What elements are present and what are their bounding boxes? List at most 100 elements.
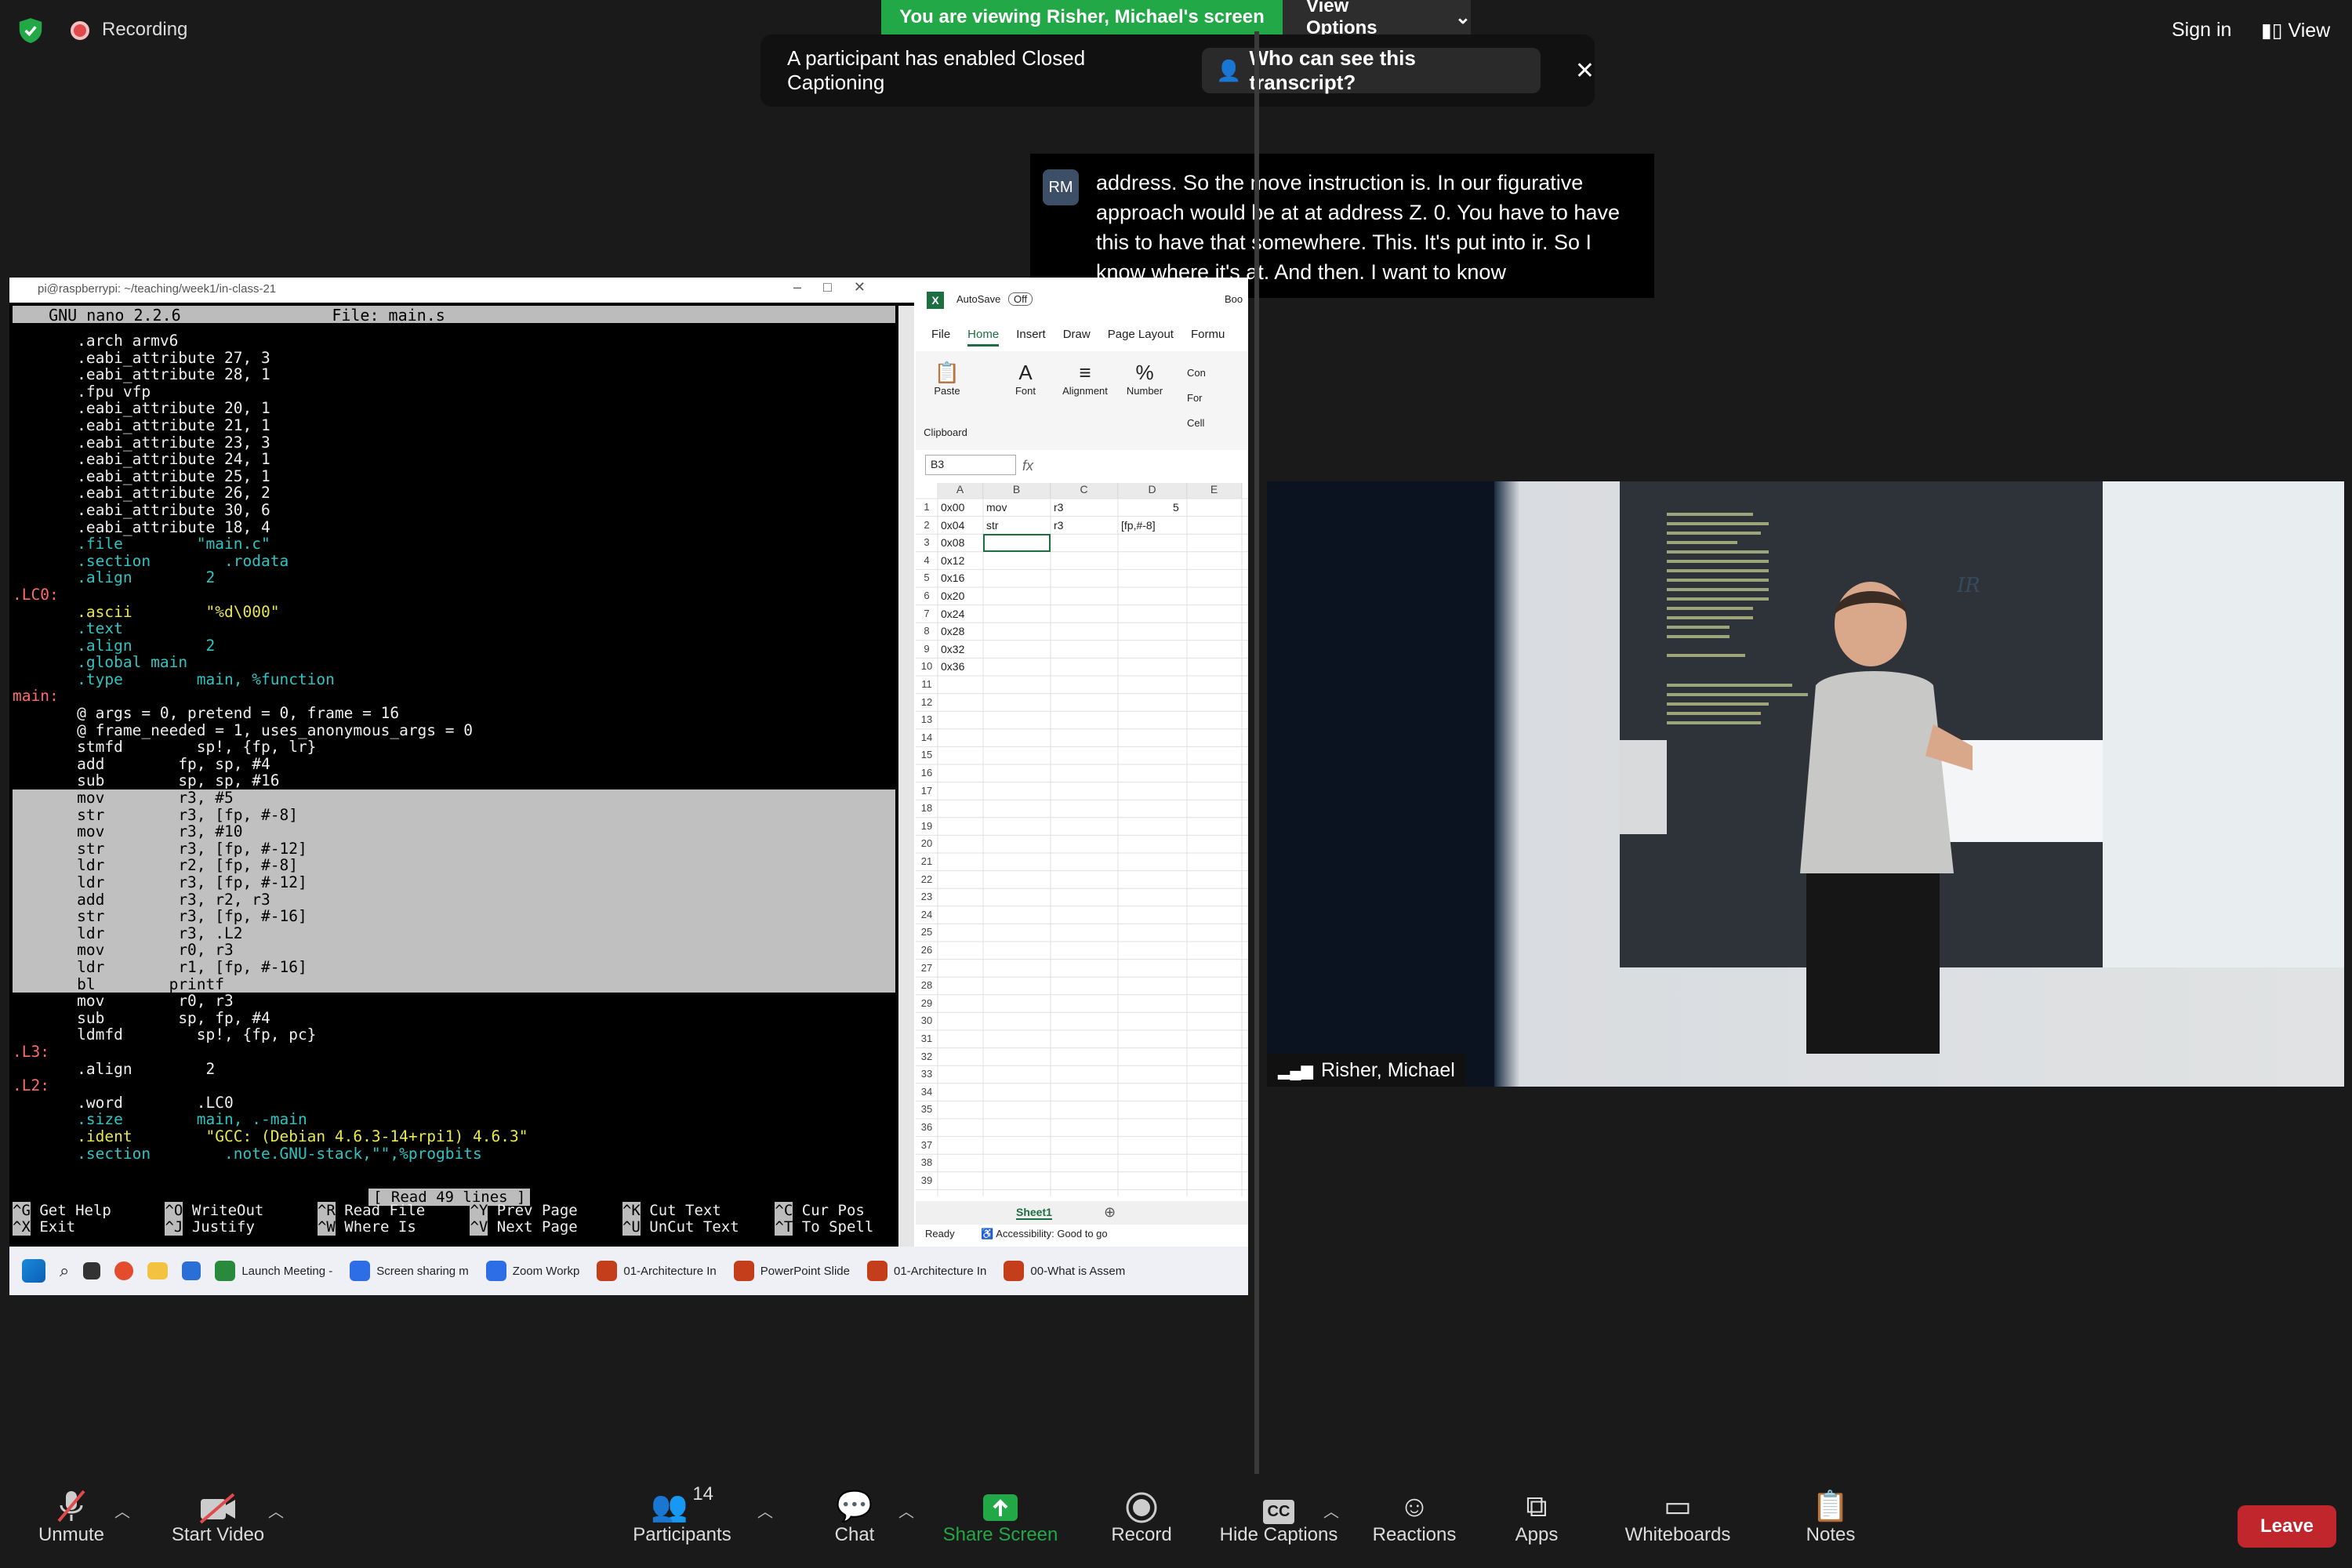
cell[interactable]: r3 bbox=[1054, 501, 1063, 514]
row-header[interactable]: 16 bbox=[916, 767, 938, 779]
row-header[interactable]: 24 bbox=[916, 909, 938, 920]
code-line[interactable]: str r3, [fp, #-16] bbox=[13, 908, 895, 925]
font-button[interactable]: A Font bbox=[1002, 361, 1049, 397]
row-header[interactable]: 6 bbox=[916, 590, 938, 601]
cell-styles-label[interactable]: Cell bbox=[1187, 411, 1234, 436]
ribbon-tab[interactable]: File bbox=[931, 328, 950, 347]
row-header[interactable]: 39 bbox=[916, 1174, 938, 1186]
code-line[interactable]: mov r0, r3 bbox=[13, 942, 895, 959]
row-header[interactable]: 7 bbox=[916, 608, 938, 619]
format-table-label[interactable]: For bbox=[1187, 386, 1234, 411]
ribbon-tab[interactable]: Page Layout bbox=[1108, 328, 1174, 347]
ribbon-tab[interactable]: Insert bbox=[1016, 328, 1046, 347]
split-divider[interactable] bbox=[1254, 31, 1259, 1490]
file-explorer-icon[interactable] bbox=[147, 1262, 169, 1279]
cell[interactable]: str bbox=[986, 519, 999, 532]
row-header[interactable]: 36 bbox=[916, 1121, 938, 1133]
taskbar-app[interactable]: Launch Meeting - bbox=[215, 1261, 332, 1281]
code-line[interactable]: .L2: bbox=[13, 1077, 895, 1094]
row-header[interactable]: 30 bbox=[916, 1014, 938, 1026]
code-line[interactable]: .size main, .-main bbox=[13, 1111, 895, 1128]
code-line[interactable]: add r3, r2, r3 bbox=[13, 891, 895, 909]
shortcut-label[interactable]: Read File bbox=[336, 1202, 470, 1219]
taskbar-app[interactable]: 01-Architecture In bbox=[867, 1261, 986, 1281]
cell[interactable]: mov bbox=[986, 501, 1007, 514]
chat-button[interactable]: 💬 Chat bbox=[823, 1474, 886, 1546]
code-line[interactable]: @ frame_needed = 1, uses_anonymous_args … bbox=[13, 722, 895, 739]
audio-options-caret[interactable]: ︿ bbox=[114, 1499, 130, 1522]
cell[interactable]: 0x04 bbox=[941, 519, 964, 532]
code-line[interactable]: ldr r3, [fp, #-12] bbox=[13, 874, 895, 891]
cell[interactable]: 0x28 bbox=[941, 625, 964, 637]
code-line[interactable]: .eabi_attribute 30, 6 bbox=[13, 502, 895, 519]
autosave-toggle[interactable]: AutoSave Off bbox=[956, 292, 1033, 306]
row-header[interactable]: 10 bbox=[916, 660, 938, 672]
code-listing[interactable]: .arch armv6 .eabi_attribute 27, 3 .eabi_… bbox=[13, 332, 895, 1162]
code-line[interactable]: .L3: bbox=[13, 1044, 895, 1061]
code-line[interactable]: .eabi_attribute 27, 3 bbox=[13, 349, 895, 367]
code-line[interactable]: add fp, sp, #4 bbox=[13, 756, 895, 773]
captions-caret[interactable]: ︿ bbox=[1323, 1499, 1339, 1522]
record-button[interactable]: Record bbox=[1102, 1474, 1181, 1546]
row-header[interactable]: 31 bbox=[916, 1033, 938, 1044]
cell[interactable]: 0x12 bbox=[941, 554, 964, 567]
windows-start-icon[interactable] bbox=[22, 1259, 45, 1283]
shortcut-label[interactable]: WriteOut bbox=[183, 1202, 318, 1219]
code-line[interactable]: bl printf bbox=[13, 975, 895, 993]
code-line[interactable]: .file "main.c" bbox=[13, 535, 895, 553]
code-line[interactable]: .eabi_attribute 25, 1 bbox=[13, 468, 895, 485]
row-header[interactable]: 34 bbox=[916, 1086, 938, 1098]
code-line[interactable]: mov r3, #5 bbox=[13, 789, 895, 807]
row-header[interactable]: 2 bbox=[916, 519, 938, 531]
unmute-button[interactable]: Unmute bbox=[36, 1474, 107, 1546]
code-line[interactable]: .word .LC0 bbox=[13, 1094, 895, 1112]
shortcut-label[interactable]: Next Page bbox=[488, 1218, 622, 1236]
cell[interactable]: 0x36 bbox=[941, 660, 964, 673]
code-line[interactable]: .ident "GCC: (Debian 4.6.3-14+rpi1) 4.6.… bbox=[13, 1128, 895, 1145]
terminal-window[interactable]: pi@raspberrypi: ~/teaching/week1/in-clas… bbox=[9, 278, 914, 1247]
code-line[interactable]: main: bbox=[13, 688, 895, 705]
code-line[interactable]: stmfd sp!, {fp, lr} bbox=[13, 739, 895, 756]
taskbar-app[interactable]: PowerPoint Slide bbox=[733, 1261, 850, 1281]
row-header[interactable]: 27 bbox=[916, 962, 938, 974]
code-line[interactable]: .eabi_attribute 24, 1 bbox=[13, 451, 895, 468]
start-video-button[interactable]: Start Video bbox=[163, 1474, 273, 1546]
shortcut-label[interactable]: Justify bbox=[183, 1218, 318, 1236]
row-header[interactable]: 9 bbox=[916, 643, 938, 655]
row-header[interactable]: 11 bbox=[916, 678, 938, 690]
add-sheet-icon[interactable]: ⊕ bbox=[1104, 1204, 1116, 1221]
reactions-button[interactable]: ☺ Reactions bbox=[1367, 1474, 1461, 1546]
row-header[interactable]: 13 bbox=[916, 713, 938, 725]
close-icon[interactable]: ✕ bbox=[1575, 57, 1595, 85]
spreadsheet-grid[interactable]: A B C D E 1 2 3 4 5 6 7 8 9 10 11 12 13 14 15 16 17 18 19 20 21 22… bbox=[916, 483, 1248, 1196]
fx-icon[interactable]: fx bbox=[1022, 458, 1033, 474]
row-header[interactable]: 3 bbox=[916, 536, 938, 548]
row-header[interactable]: 28 bbox=[916, 979, 938, 991]
code-line[interactable]: .align 2 bbox=[13, 637, 895, 655]
row-header[interactable]: 19 bbox=[916, 820, 938, 832]
code-line[interactable]: str r3, [fp, #-8] bbox=[13, 807, 895, 824]
shortcut-label[interactable]: Cut Text bbox=[641, 1202, 775, 1219]
shortcut-label[interactable]: Exit bbox=[31, 1218, 165, 1236]
shortcut-label[interactable]: Get Help bbox=[31, 1202, 165, 1219]
row-header[interactable]: 29 bbox=[916, 997, 938, 1009]
selected-cell[interactable] bbox=[983, 534, 1051, 552]
row-header[interactable]: 8 bbox=[916, 625, 938, 637]
code-line[interactable]: .align 2 bbox=[13, 569, 895, 586]
notes-button[interactable]: 📋 Notes bbox=[1795, 1474, 1866, 1546]
shortcut-label[interactable]: Prev Page bbox=[488, 1202, 622, 1219]
code-line[interactable]: sub sp, fp, #4 bbox=[13, 1010, 895, 1027]
task-view-icon[interactable] bbox=[83, 1262, 101, 1279]
recording-label[interactable]: Recording bbox=[102, 19, 187, 41]
chat-caret[interactable]: ︿ bbox=[898, 1499, 914, 1522]
row-header[interactable]: 35 bbox=[916, 1103, 938, 1115]
conditional-format-label[interactable]: Con bbox=[1187, 361, 1234, 386]
taskbar-app[interactable]: Screen sharing m bbox=[350, 1261, 469, 1281]
code-line[interactable]: .eabi_attribute 18, 4 bbox=[13, 518, 895, 536]
cell[interactable]: 5 bbox=[1173, 501, 1179, 514]
code-line[interactable]: .eabi_attribute 28, 1 bbox=[13, 366, 895, 383]
accessibility-status[interactable]: Accessibility: Good to go bbox=[996, 1228, 1107, 1240]
window-controls[interactable]: –□✕ bbox=[793, 279, 887, 296]
row-header[interactable]: 26 bbox=[916, 944, 938, 956]
row-header[interactable]: 20 bbox=[916, 837, 938, 849]
